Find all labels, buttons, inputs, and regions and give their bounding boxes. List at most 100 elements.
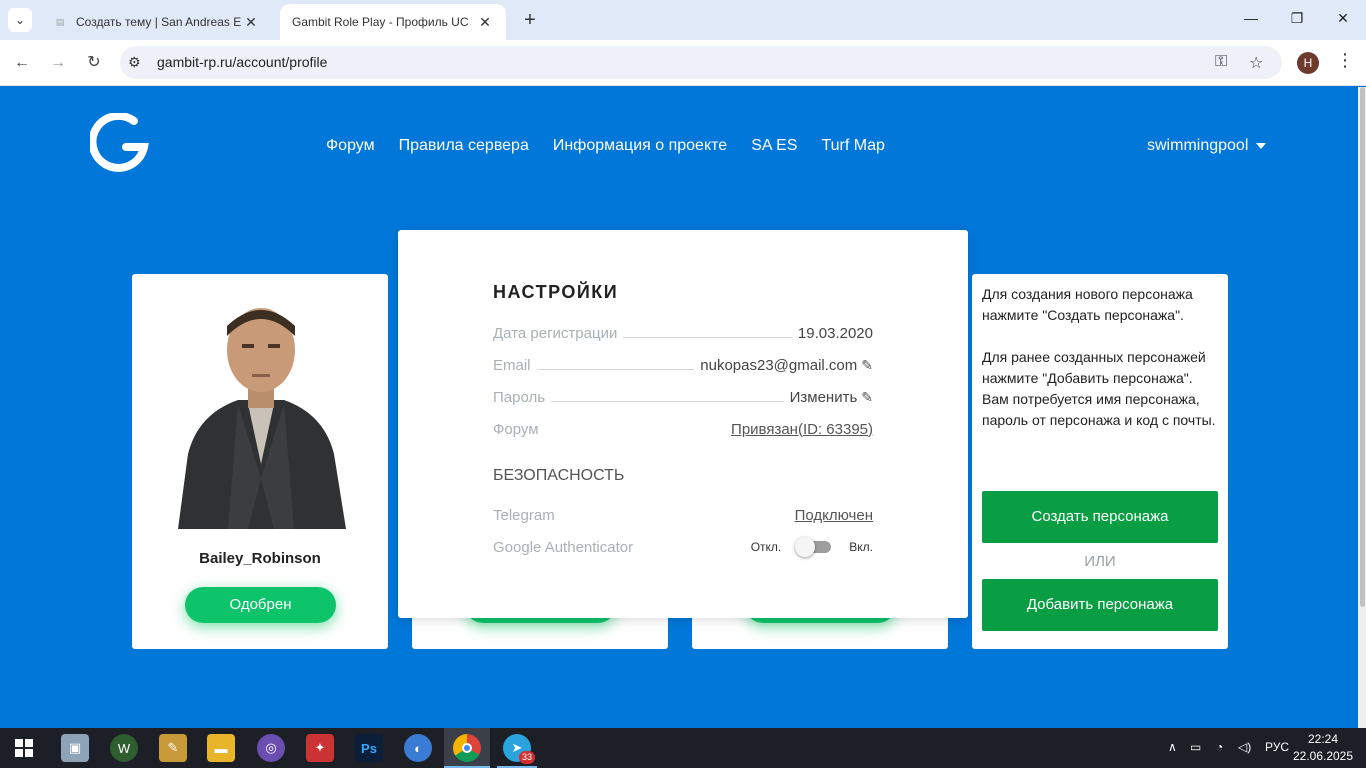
user-menu[interactable]: swimmingpool [1147, 137, 1267, 155]
toggle-on-label: Вкл. [849, 540, 873, 554]
nav-forum[interactable]: Форум [326, 137, 375, 155]
approved-status-button[interactable]: Одобрен [185, 587, 336, 623]
new-tab-plus-icon[interactable]: + [518, 9, 542, 32]
divider [536, 360, 695, 370]
site-settings-icon[interactable]: ⚙ [128, 54, 141, 71]
volume-icon[interactable]: ◁) [1238, 740, 1251, 754]
character-skin-image [178, 308, 346, 529]
close-tab-icon[interactable]: ✕ [242, 14, 260, 31]
character-info-panel: Для создания нового персонажа нажмите "С… [972, 274, 1228, 649]
tab-list-chevron-icon[interactable]: ⌄ [8, 8, 32, 32]
change-password-link[interactable]: Изменить [790, 389, 858, 406]
row-label: Telegram [493, 506, 555, 524]
restore-window-icon[interactable]: ❐ [1287, 10, 1307, 27]
tray-expand-icon[interactable]: ∧ [1168, 740, 1177, 754]
character-name: Bailey_Robinson [199, 550, 321, 567]
character-card: Bailey_Robinson Одобрен [132, 274, 388, 649]
browser-tab-bar: ⌄ ▤ Создать тему | San Andreas Em ✕ Gamb… [0, 0, 1366, 40]
profile-avatar[interactable]: H [1297, 52, 1319, 74]
google-authenticator-row: Google Authenticator Откл. Вкл. [493, 537, 873, 557]
browser-tab-inactive[interactable]: ▤ Создать тему | San Andreas Em ✕ [40, 4, 272, 40]
divider [551, 392, 784, 402]
row-label: Пароль [493, 388, 546, 406]
telegram-unread-badge: 33 [518, 751, 535, 764]
windows-taskbar: ▣ W ✎ ▬ ◎ ✦ Ps ◐ ➤ 33 ∧ ▭ ◔ ◁) РУС 22:24 … [0, 728, 1366, 768]
windows-start-icon[interactable] [10, 734, 38, 762]
forum-linked-link[interactable]: Привязан(ID: 63395) [731, 421, 873, 438]
photoshop-icon[interactable]: Ps [355, 734, 383, 762]
toggle-off-label: Откл. [750, 540, 782, 554]
or-separator: ИЛИ [1084, 553, 1116, 570]
edit-pencil-icon[interactable]: ✎ [861, 389, 873, 406]
bookmark-star-icon[interactable]: ☆ [1249, 53, 1263, 73]
password-row: Пароль Изменить ✎ [493, 387, 873, 407]
forward-arrow-icon[interactable]: → [47, 52, 69, 74]
email-row: Email nukopas23@gmail.com ✎ [493, 355, 873, 375]
row-label: Форум [493, 420, 539, 438]
close-window-icon[interactable]: ✕ [1333, 10, 1353, 27]
create-character-button[interactable]: Создать персонажа [982, 491, 1218, 543]
settings-title: НАСТРОЙКИ [493, 282, 619, 302]
more-menu-icon[interactable]: ⋮ [1336, 50, 1354, 71]
registration-date-row: Дата регистрации 19.03.2020 [493, 323, 873, 343]
computer-app-icon[interactable]: ▣ [61, 734, 89, 762]
nav-rules[interactable]: Правила сервера [399, 137, 529, 155]
system-clock[interactable]: 22:24 22.06.2025 [1290, 731, 1356, 765]
telegram-icon[interactable]: ➤ 33 [503, 734, 535, 764]
clock-date: 22.06.2025 [1292, 749, 1354, 763]
nav-turf-map[interactable]: Turf Map [821, 137, 884, 155]
paint-app-icon[interactable]: ✎ [159, 734, 187, 762]
info-text-add: Для ранее созданных персонажей нажмите "… [982, 349, 1216, 428]
clock-time: 22:24 [1307, 732, 1339, 746]
row-label: Google Authenticator [493, 538, 634, 556]
username: swimmingpool [1147, 137, 1249, 154]
row-value: nukopas23@gmail.com [700, 356, 858, 374]
browser-toolbar: ← → ↻ ⚙ gambit-rp.ru/account/profile ⚿ ☆… [0, 40, 1366, 86]
scrollbar-thumb[interactable] [1360, 87, 1365, 607]
game-launcher-icon[interactable]: ✦ [306, 734, 334, 762]
file-explorer-icon[interactable]: ▬ [207, 734, 235, 762]
minimize-icon[interactable]: — [1241, 10, 1261, 26]
url-text[interactable]: gambit-rp.ru/account/profile [157, 54, 327, 70]
battery-icon[interactable]: ▭ [1190, 740, 1201, 754]
address-bar[interactable]: ⚙ gambit-rp.ru/account/profile ⚿ ☆ [120, 46, 1282, 79]
blue-app-icon[interactable]: ◐ [404, 734, 432, 762]
key-icon[interactable]: ⚿ [1215, 53, 1227, 71]
forum-row: Форум Привязан(ID: 63395) [493, 419, 873, 439]
gambit-logo-icon[interactable] [90, 113, 150, 173]
row-label: Email [493, 356, 531, 374]
row-label: Дата регистрации [493, 324, 618, 342]
telegram-connected-link[interactable]: Подключен [795, 507, 873, 524]
authenticator-toggle[interactable] [795, 537, 832, 557]
security-title: БЕЗОПАСНОСТЬ [493, 467, 625, 484]
nav-sa-es[interactable]: SA ES [751, 137, 797, 155]
row-value: 19.03.2020 [797, 324, 873, 342]
reload-icon[interactable]: ↻ [83, 52, 105, 74]
caret-down-icon [1256, 142, 1267, 149]
language-indicator[interactable]: РУС [1265, 740, 1289, 754]
chrome-icon[interactable] [453, 734, 481, 762]
info-text-create: Для создания нового персонажа нажмите "С… [982, 286, 1193, 323]
wordpress-like-app-icon[interactable]: W [110, 734, 138, 762]
telegram-row: Telegram Подключен [493, 505, 873, 525]
divider [623, 328, 792, 338]
authenticator-toggle-group: Откл. Вкл. [750, 537, 873, 557]
edit-pencil-icon[interactable]: ✎ [861, 357, 873, 374]
network-icon[interactable]: ◔ [1216, 740, 1223, 754]
tab-title: Создать тему | San Andreas Em [76, 15, 242, 29]
torrent-app-icon[interactable]: ◎ [257, 734, 285, 762]
settings-panel: НАСТРОЙКИ Дата регистрации 19.03.2020 Em… [398, 230, 968, 618]
page-content: Форум Правила сервера Информация о проек… [0, 87, 1358, 728]
site-favicon-icon: ▤ [55, 16, 65, 27]
close-tab-icon[interactable]: ✕ [476, 14, 494, 31]
tab-title: Gambit Role Play - Профиль UC [292, 15, 469, 29]
toggle-knob [795, 537, 816, 557]
nav-info[interactable]: Информация о проекте [553, 137, 727, 155]
add-character-button[interactable]: Добавить персонажа [982, 579, 1218, 631]
browser-tab-active[interactable]: Gambit Role Play - Профиль UC ✕ [280, 4, 506, 40]
site-nav: Форум Правила сервера Информация о проек… [326, 137, 885, 155]
back-arrow-icon[interactable]: ← [11, 52, 33, 74]
